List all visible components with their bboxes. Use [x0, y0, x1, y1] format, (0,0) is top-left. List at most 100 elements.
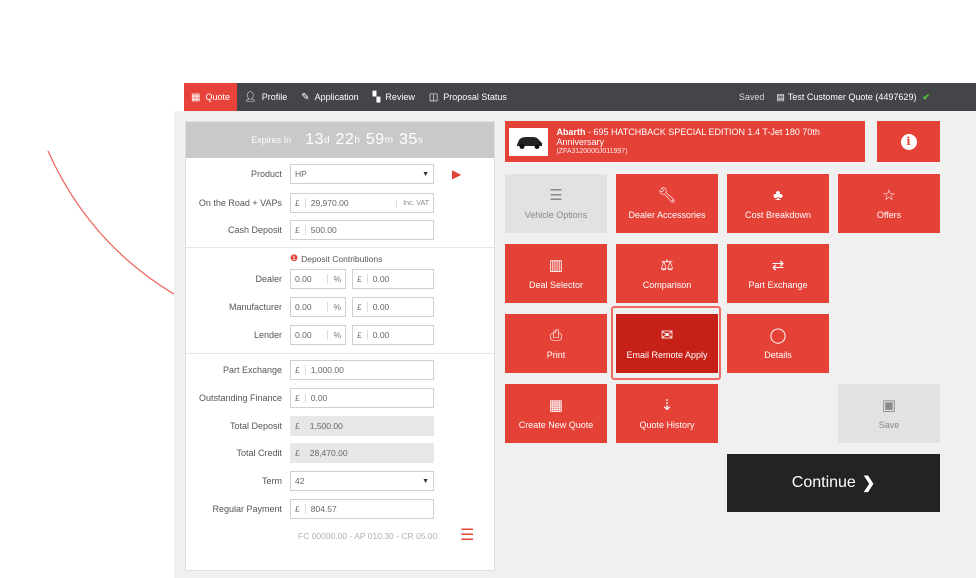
dealer-amount-input[interactable]: £ 0.00	[352, 269, 434, 289]
otr-input[interactable]: £ 29,970.00 Inc. VAT	[290, 193, 434, 213]
regular-payment-label: Regular Payment	[212, 504, 282, 514]
quote-history-label: Quote History	[639, 419, 695, 430]
expires-label: Expires In	[251, 135, 292, 145]
exchange-arrows-icon: ⇄	[771, 256, 785, 274]
total-deposit-label: Total Deposit	[229, 421, 282, 431]
deal-selector-button[interactable]: ▥ Deal Selector	[505, 244, 607, 303]
dealer-row: Dealer 0.00 % £ 0.00	[186, 269, 496, 289]
currency-symbol: £	[295, 198, 306, 208]
create-new-quote-label: Create New Quote	[518, 419, 594, 430]
part-exchange-label: Part Exchange	[222, 365, 282, 375]
lender-amount-input[interactable]: £ 0.00	[352, 325, 434, 345]
dealer-percent-input[interactable]: 0.00 %	[290, 269, 346, 289]
currency-symbol: £	[295, 421, 300, 431]
expiry-countdown: Expires In 13 d 22 h 59 m 35 s	[186, 122, 494, 158]
minutes-unit: m	[384, 134, 394, 146]
tab-quote-label: Quote	[205, 92, 230, 102]
manufacturer-percent-input[interactable]: 0.00 %	[290, 297, 346, 317]
product-row: Product HP ▼ ▶	[186, 164, 496, 184]
cash-deposit-input[interactable]: £ 500.00	[290, 220, 434, 240]
play-arrow-icon[interactable]: ▶	[452, 167, 461, 181]
car-thumbnail	[509, 127, 549, 156]
comparison-button[interactable]: ⚖ Comparison	[616, 244, 718, 303]
save-button[interactable]: ▣ Save	[838, 384, 940, 443]
tab-proposal-status[interactable]: ◫ Proposal Status	[422, 83, 514, 111]
bar-chart-icon: ▥	[548, 256, 564, 274]
term-value: 42	[295, 476, 305, 486]
divider	[186, 247, 494, 248]
term-select[interactable]: 42 ▼	[290, 471, 434, 491]
percent-symbol: %	[327, 274, 341, 284]
comparison-label: Comparison	[642, 279, 692, 290]
expires-days: 13	[305, 131, 324, 148]
seconds-unit: s	[417, 134, 423, 146]
total-credit-field: £ 28,470.00	[290, 443, 434, 463]
vehicle-banner[interactable]: Abarth - 695 HATCHBACK SPECIAL EDITION 1…	[505, 121, 865, 162]
quote-history-button[interactable]: ⇣ Quote History	[616, 384, 718, 443]
quote-reference-label: Test Customer Quote (4497629)	[787, 92, 917, 102]
quote-form-panel: Expires In 13 d 22 h 59 m 35 s Product HP ▼ …	[185, 121, 495, 571]
details-button[interactable]: ◯ Details	[727, 314, 829, 373]
tab-proposal-status-label: Proposal Status	[443, 92, 507, 102]
floppy-disk-icon: ▣	[881, 396, 897, 414]
chevron-right-icon: ❯	[861, 475, 876, 492]
lender-percent-input[interactable]: 0.00 %	[290, 325, 346, 345]
product-value: HP	[295, 169, 307, 179]
offers-button[interactable]: ☆ Offers	[838, 174, 940, 233]
dealer-accessories-label: Dealer Accessories	[628, 209, 706, 220]
deposit-contributions-toggle[interactable]: ❶ Deposit Contributions	[290, 253, 382, 264]
info-button[interactable]: i	[877, 121, 940, 162]
regular-payment-input[interactable]: £ 804.57	[290, 499, 434, 519]
user-icon: 👤︎	[243, 91, 257, 103]
total-deposit-field: £ 1,500.00	[290, 416, 434, 436]
vehicle-description: Abarth - 695 HATCHBACK SPECIAL EDITION 1…	[556, 127, 865, 156]
top-nav-bar: ▦ Quote 👤︎ Profile ✎ Application ▚ Revie…	[184, 83, 976, 111]
menu-icon[interactable]: ☰	[460, 528, 474, 544]
manufacturer-amount-input[interactable]: £ 0.00	[352, 297, 434, 317]
total-credit-label: Total Credit	[236, 448, 282, 458]
highlight-box	[611, 306, 721, 380]
product-select[interactable]: HP ▼	[290, 164, 434, 184]
cash-deposit-label: Cash Deposit	[227, 225, 282, 235]
part-exchange-input[interactable]: £ 1,000.00	[290, 360, 434, 380]
continue-button[interactable]: Continue ❯	[727, 454, 940, 512]
deposit-contributions-header: ❶ Deposit Contributions	[186, 253, 496, 264]
vehicle-options-label: Vehicle Options	[524, 209, 588, 220]
save-label: Save	[878, 419, 900, 430]
days-unit: d	[323, 134, 330, 146]
create-new-quote-button[interactable]: ▦ Create New Quote	[505, 384, 607, 443]
tab-application-label: Application	[314, 92, 359, 102]
tab-application[interactable]: ✎ Application	[294, 83, 365, 111]
saved-status: Saved	[738, 92, 765, 102]
currency-symbol: £	[295, 448, 300, 458]
expires-hours: 22	[335, 131, 355, 148]
total-deposit-value: 1,500.00	[309, 421, 343, 431]
otr-label: On the Road + VAPs	[198, 198, 282, 208]
currency-symbol: £	[295, 393, 306, 403]
regular-payment-row: Regular Payment £ 804.57	[186, 499, 496, 519]
dealer-accessories-button[interactable]: 🔧︎ Dealer Accessories	[616, 174, 718, 233]
tab-quote[interactable]: ▦ Quote	[184, 83, 237, 111]
currency-symbol: £	[295, 365, 306, 375]
cost-breakdown-button[interactable]: ♣ Cost Breakdown	[727, 174, 829, 233]
hours-unit: h	[354, 134, 360, 146]
check-icon: ✔	[922, 91, 930, 102]
expires-secs: 35	[399, 131, 418, 148]
tab-profile[interactable]: 👤︎ Profile	[237, 83, 294, 111]
dealer-amount-value: 0.00	[372, 274, 390, 284]
percent-symbol: %	[327, 330, 341, 340]
vehicle-model: - 695 HATCHBACK SPECIAL EDITION 1.4 T-Je…	[556, 127, 820, 148]
tab-review[interactable]: ▚ Review	[366, 83, 422, 111]
quote-reference[interactable]: ▤ Test Customer Quote (4497629) ✔	[776, 92, 930, 103]
info-icon: i	[900, 133, 917, 150]
regular-payment-value: 804.57	[310, 504, 337, 514]
sort-icon: ⇣	[660, 396, 674, 414]
print-button[interactable]: ⎙ Print	[505, 314, 607, 373]
part-exchange-button[interactable]: ⇄ Part Exchange	[727, 244, 829, 303]
outstanding-finance-input[interactable]: £ 0.00	[290, 388, 434, 408]
calculator-icon: ▦	[548, 396, 564, 414]
vehicle-options-button[interactable]: ☰ Vehicle Options	[505, 174, 607, 233]
continue-label: Continue	[791, 474, 856, 491]
list-icon: ☰	[549, 186, 563, 204]
columns-icon: ◫	[428, 91, 439, 103]
